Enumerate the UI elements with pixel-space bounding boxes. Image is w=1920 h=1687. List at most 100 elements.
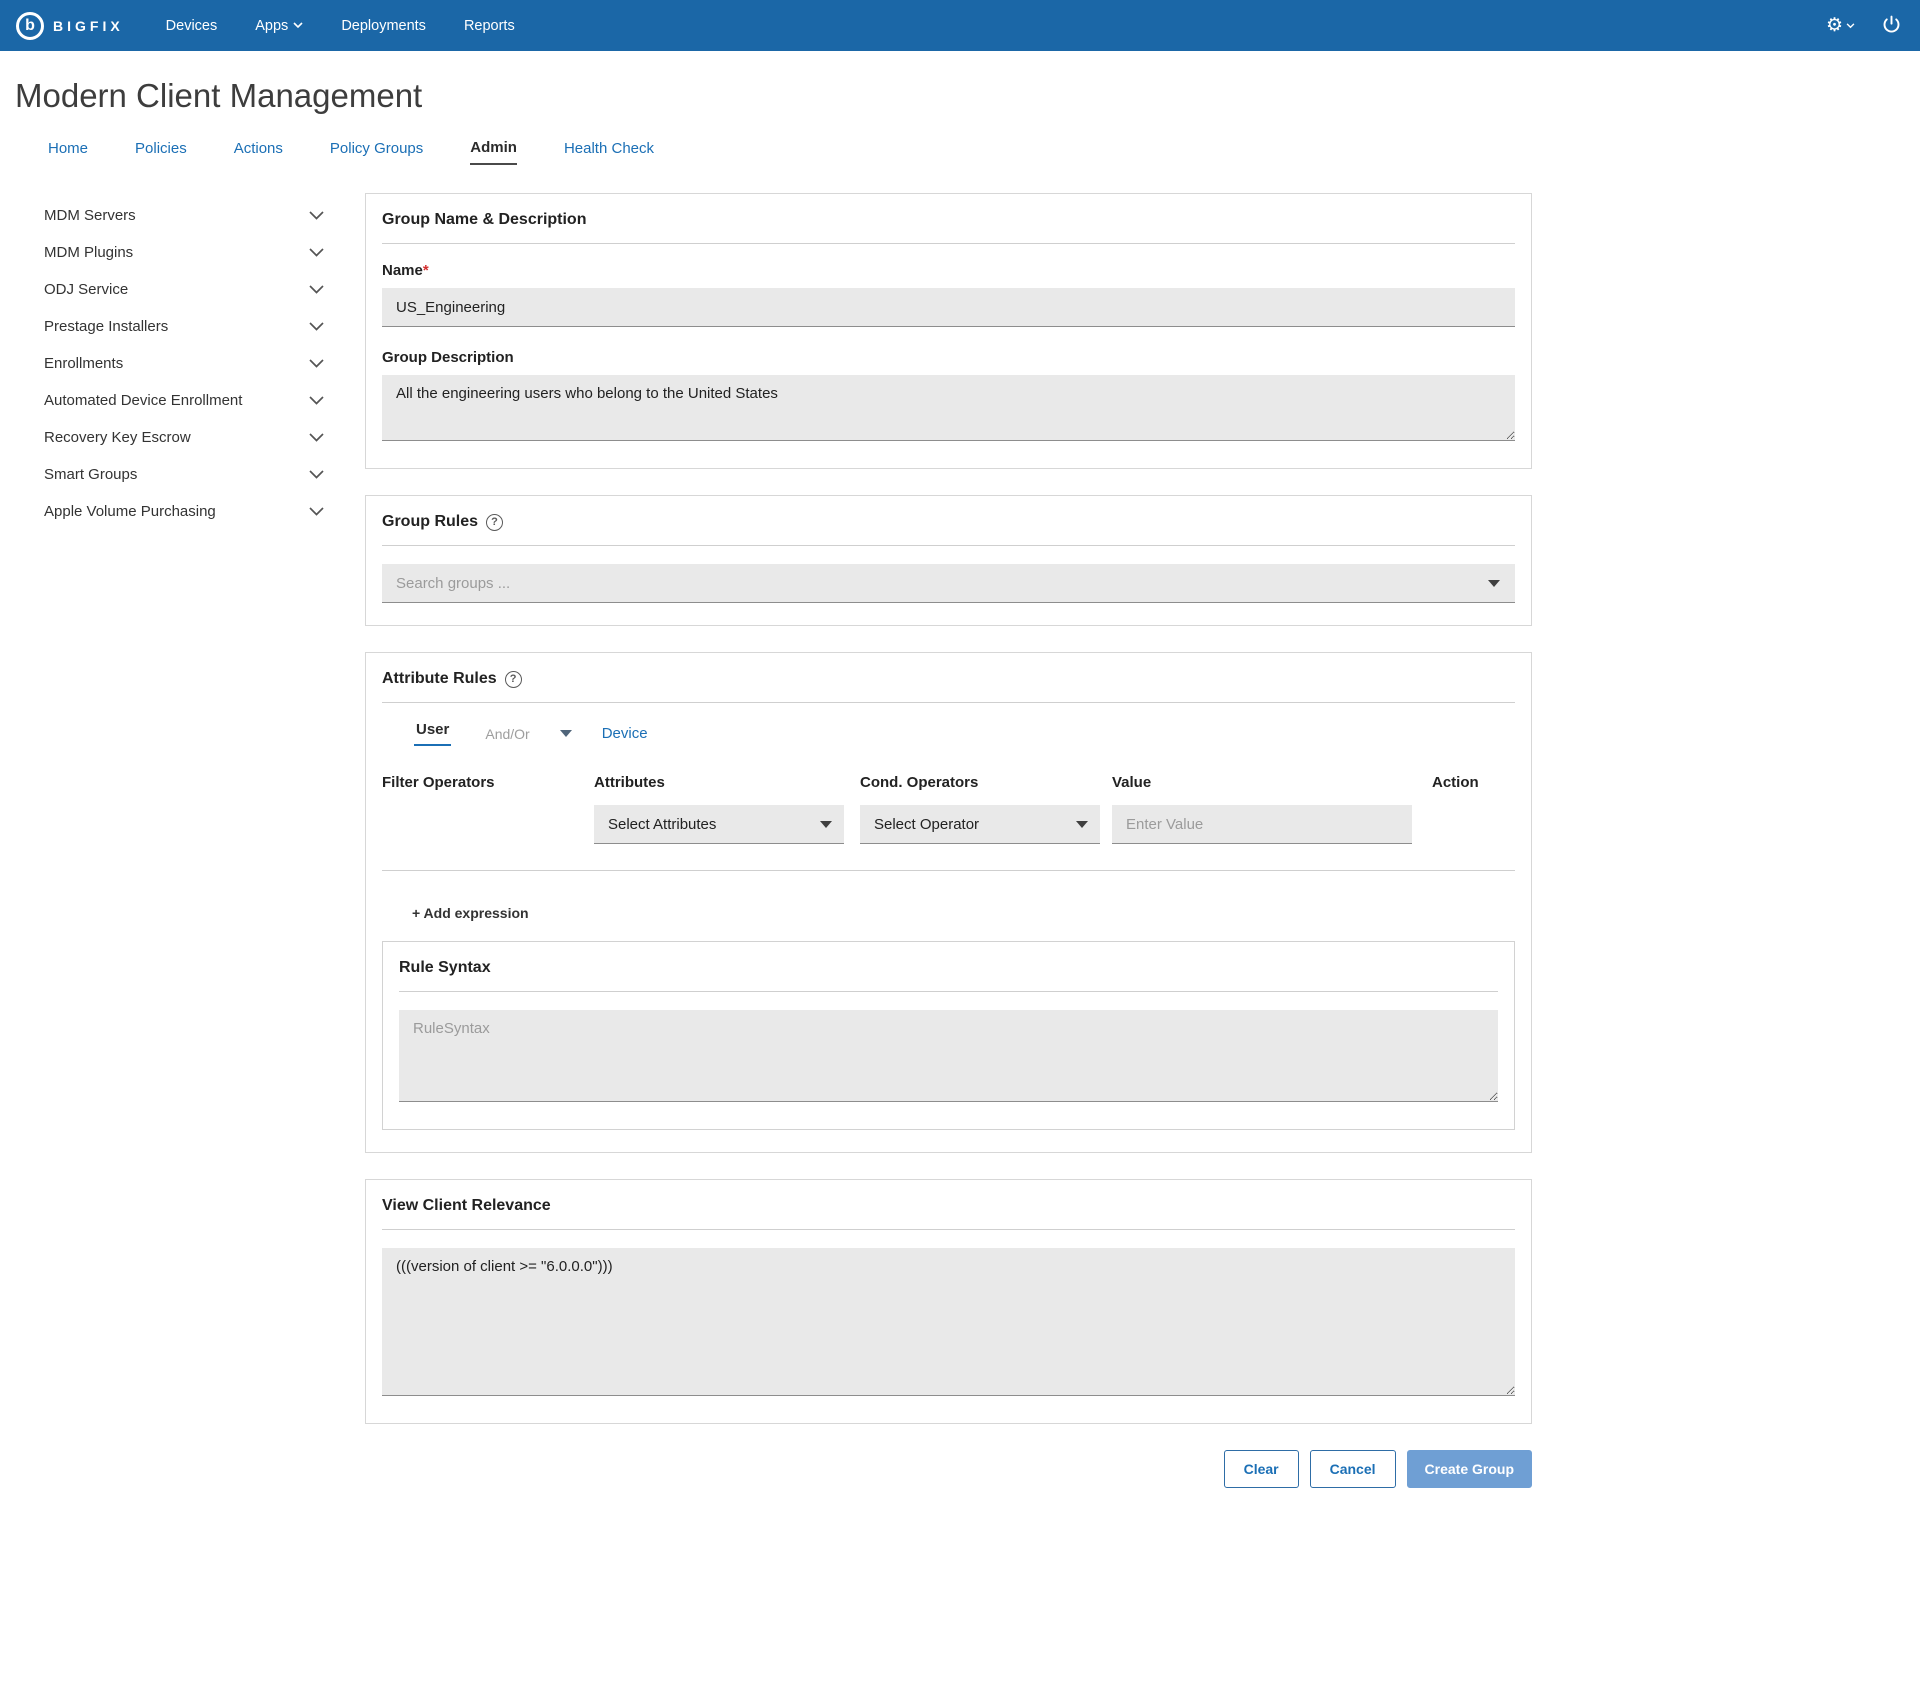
required-asterisk: * <box>423 262 429 279</box>
nav-item-devices[interactable]: Devices <box>166 18 218 34</box>
tab-actions[interactable]: Actions <box>234 139 283 165</box>
tab-admin[interactable]: Admin <box>470 139 517 165</box>
divider <box>382 702 1515 703</box>
client-relevance-textarea[interactable]: (((version of client >= "6.0.0.0"))) <box>382 1248 1515 1396</box>
tab-policies[interactable]: Policies <box>135 139 187 165</box>
select-operator-label: Select Operator <box>874 816 979 833</box>
power-icon <box>1881 14 1902 38</box>
nav-item-apps-label: Apps <box>255 18 288 34</box>
attribute-rule-tabs: User And/Or Device <box>414 721 1515 746</box>
add-expression-button[interactable]: + Add expression <box>412 905 529 921</box>
chevron-down-icon <box>309 396 324 405</box>
clear-button[interactable]: Clear <box>1224 1450 1299 1488</box>
tab-user[interactable]: User <box>414 721 451 746</box>
tab-home[interactable]: Home <box>48 139 88 165</box>
action-cell <box>1432 825 1515 831</box>
attribute-rules-card: Attribute Rules ? User And/Or Device Fil… <box>365 652 1532 1153</box>
dropdown-caret-icon[interactable] <box>1488 580 1500 587</box>
column-header-action: Action <box>1432 768 1515 805</box>
sidebar-item-odj-service[interactable]: ODJ Service <box>44 271 324 308</box>
group-name-input[interactable] <box>382 288 1515 327</box>
sidebar-item-prestage-installers[interactable]: Prestage Installers <box>44 308 324 345</box>
sidebar-item-label: Prestage Installers <box>44 318 168 335</box>
sidebar-item-apple-volume-purchasing[interactable]: Apple Volume Purchasing <box>44 493 324 530</box>
section-title: View Client Relevance <box>382 1197 551 1215</box>
attribute-rule-table: Filter Operators Attributes Cond. Operat… <box>382 768 1515 850</box>
nav-item-deployments[interactable]: Deployments <box>341 18 426 34</box>
andor-label: And/Or <box>485 726 529 742</box>
sidebar-item-label: Recovery Key Escrow <box>44 429 191 446</box>
group-rules-card: Group Rules ? <box>365 495 1532 626</box>
section-title: Group Name & Description <box>382 211 586 229</box>
client-relevance-card: View Client Relevance (((version of clie… <box>365 1179 1532 1424</box>
chevron-down-icon <box>309 285 324 294</box>
rule-syntax-textarea[interactable] <box>399 1010 1498 1102</box>
group-description-textarea[interactable]: All the engineering users who belong to … <box>382 375 1515 441</box>
column-header-attributes: Attributes <box>594 768 860 805</box>
filter-operators-cell <box>382 825 594 831</box>
divider <box>382 870 1515 871</box>
nav-item-apps[interactable]: Apps <box>255 18 303 34</box>
section-title: Attribute Rules <box>382 670 497 688</box>
bigfix-logo[interactable]: b BIGFIX <box>16 12 124 40</box>
group-name-description-card: Group Name & Description Name* Group Des… <box>365 193 1532 469</box>
sidebar-item-recovery-key-escrow[interactable]: Recovery Key Escrow <box>44 419 324 456</box>
help-icon[interactable]: ? <box>505 671 522 688</box>
chevron-down-icon <box>309 322 324 331</box>
help-icon[interactable]: ? <box>486 514 503 531</box>
chevron-down-icon <box>309 470 324 479</box>
dropdown-caret-icon <box>560 730 572 737</box>
create-group-button[interactable]: Create Group <box>1407 1450 1532 1488</box>
divider <box>399 991 1498 992</box>
select-attributes-dropdown[interactable]: Select Attributes <box>594 805 844 844</box>
dropdown-caret-icon <box>820 821 832 828</box>
page-title: Modern Client Management <box>15 77 1920 115</box>
nav-item-reports[interactable]: Reports <box>464 18 515 34</box>
tab-device[interactable]: Device <box>602 725 648 742</box>
rule-syntax-card: Rule Syntax <box>382 941 1515 1130</box>
sidebar-item-label: Automated Device Enrollment <box>44 392 242 409</box>
sidebar-item-label: Enrollments <box>44 355 123 372</box>
tab-policy-groups[interactable]: Policy Groups <box>330 139 423 165</box>
sidebar-item-label: MDM Servers <box>44 207 136 224</box>
chevron-down-icon <box>309 248 324 257</box>
bigfix-logo-icon: b <box>16 12 44 40</box>
sidebar-item-label: MDM Plugins <box>44 244 133 261</box>
chevron-down-icon <box>309 507 324 516</box>
select-attributes-label: Select Attributes <box>608 816 716 833</box>
cancel-button[interactable]: Cancel <box>1310 1450 1396 1488</box>
tab-health-check[interactable]: Health Check <box>564 139 654 165</box>
sidebar-item-mdm-plugins[interactable]: MDM Plugins <box>44 234 324 271</box>
logout-button[interactable] <box>1881 14 1902 38</box>
brand-name: BIGFIX <box>53 18 124 34</box>
section-title: Group Rules <box>382 513 478 531</box>
top-bar: b BIGFIX Devices Apps Deployments Report… <box>0 0 1920 51</box>
page-tabs: Home Policies Actions Policy Groups Admi… <box>48 139 1920 165</box>
sidebar-item-smart-groups[interactable]: Smart Groups <box>44 456 324 493</box>
chevron-down-icon <box>1846 23 1855 29</box>
select-operator-dropdown[interactable]: Select Operator <box>860 805 1100 844</box>
name-label-text: Name <box>382 262 423 279</box>
sidebar-item-automated-device-enrollment[interactable]: Automated Device Enrollment <box>44 382 324 419</box>
value-input[interactable] <box>1112 805 1412 844</box>
name-label: Name* <box>382 262 1515 279</box>
top-nav: Devices Apps Deployments Reports <box>166 18 515 34</box>
chevron-down-icon <box>309 211 324 220</box>
search-groups-input[interactable] <box>382 564 1515 603</box>
sidebar-item-label: ODJ Service <box>44 281 128 298</box>
topbar-right: ⚙ <box>1826 14 1902 38</box>
andor-dropdown[interactable]: And/Or <box>485 726 571 742</box>
divider <box>382 243 1515 244</box>
settings-button[interactable]: ⚙ <box>1826 16 1855 35</box>
sidebar-item-label: Smart Groups <box>44 466 137 483</box>
column-header-value: Value <box>1112 768 1432 805</box>
gear-icon: ⚙ <box>1826 16 1843 35</box>
divider <box>382 1229 1515 1230</box>
sidebar-item-label: Apple Volume Purchasing <box>44 503 216 520</box>
chevron-down-icon <box>309 359 324 368</box>
sidebar-item-enrollments[interactable]: Enrollments <box>44 345 324 382</box>
sidebar-item-mdm-servers[interactable]: MDM Servers <box>44 197 324 234</box>
group-description-label: Group Description <box>382 349 1515 366</box>
chevron-down-icon <box>309 433 324 442</box>
dropdown-caret-icon <box>1076 821 1088 828</box>
